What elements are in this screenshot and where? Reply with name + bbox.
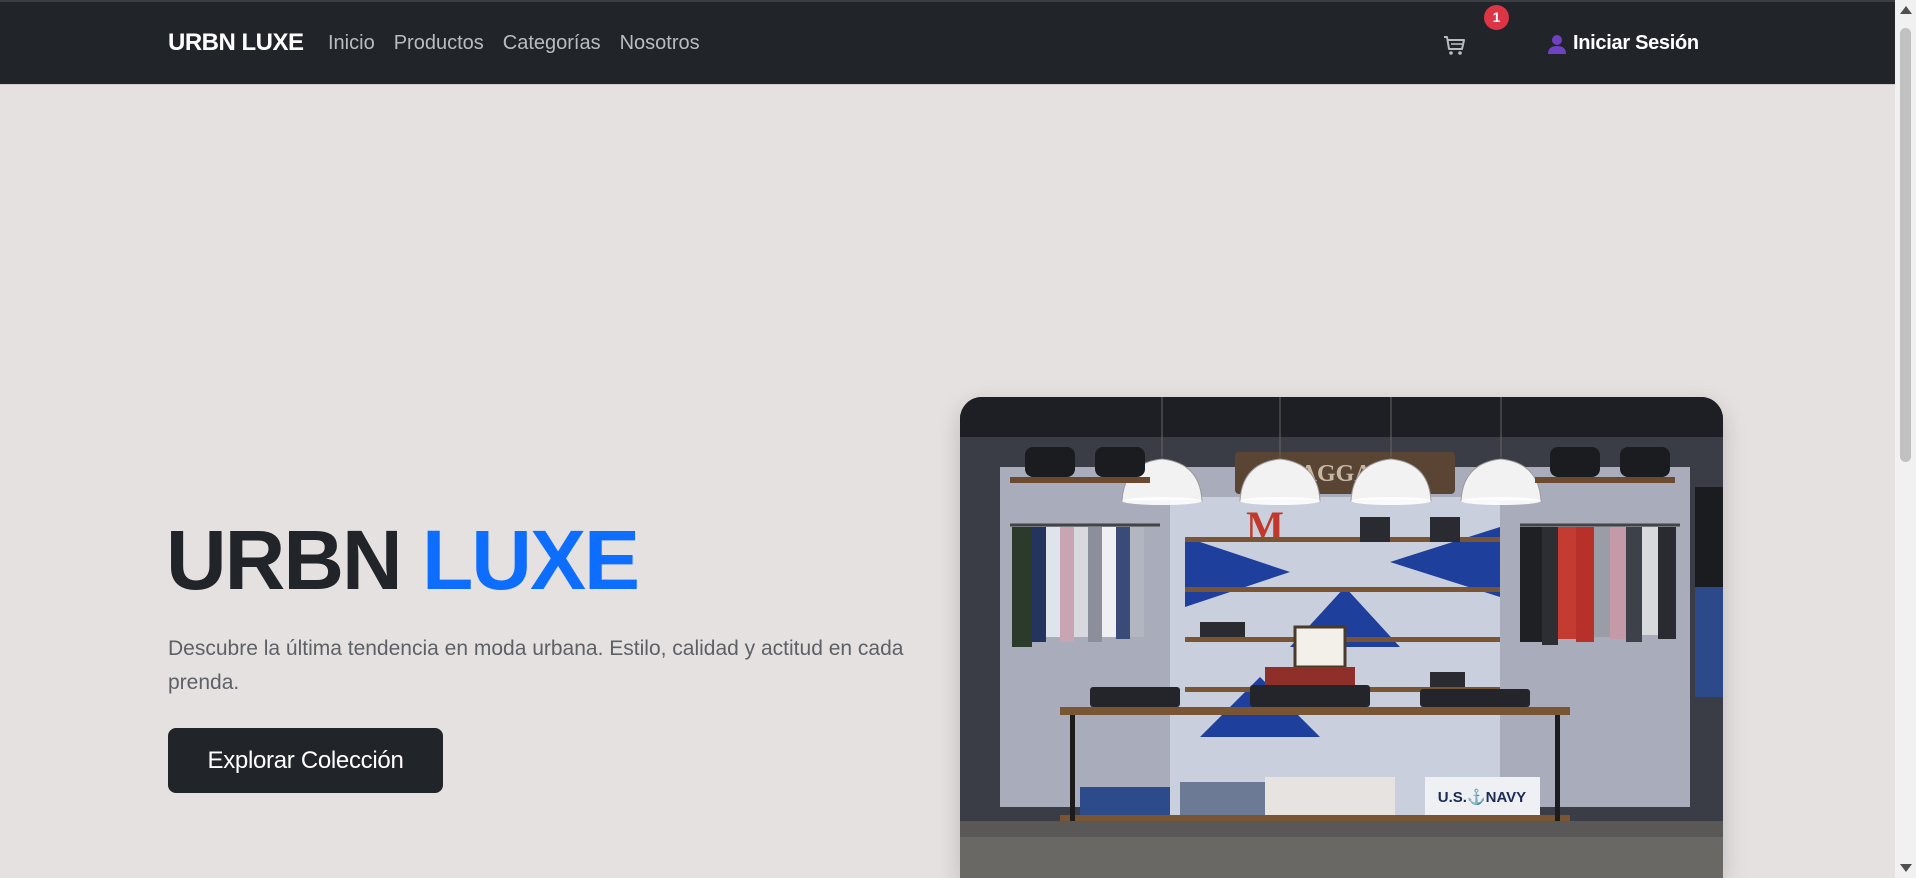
page-scrollbar[interactable]	[1895, 0, 1916, 878]
scroll-down-icon[interactable]	[1900, 864, 1912, 872]
login-button[interactable]: Iniciar Sesión	[1547, 32, 1699, 55]
scrollbar-thumb[interactable]	[1900, 28, 1911, 462]
explore-collection-button[interactable]: Explorar Colección	[168, 728, 443, 793]
cart-icon[interactable]	[1441, 32, 1467, 58]
hero-title-accent: LUXE	[422, 513, 640, 607]
user-icon	[1547, 33, 1567, 55]
nav-link-categorias[interactable]: Categorías	[503, 32, 601, 55]
nav-link-inicio[interactable]: Inicio	[328, 32, 375, 55]
hero-title: URBN LUXE	[166, 510, 640, 610]
nav-link-nosotros[interactable]: Nosotros	[620, 32, 700, 55]
cart-count-badge: 1	[1484, 5, 1509, 30]
nav-links: Inicio Productos Categorías Nosotros	[328, 32, 700, 55]
image-box-text: U.S.⚓NAVY	[1438, 788, 1526, 806]
hero-title-main: URBN	[166, 513, 403, 607]
hero-description: Descubre la última tendencia en moda urb…	[168, 637, 904, 694]
nav-link-productos[interactable]: Productos	[394, 32, 484, 55]
login-label: Iniciar Sesión	[1573, 32, 1699, 54]
navbar: URBN LUXE Inicio Productos Categorías No…	[0, 0, 1895, 85]
brand-logo[interactable]: URBN LUXE	[168, 29, 304, 57]
hero-store-image: BAGGAGE M U.S.⚓NAVY	[960, 397, 1723, 878]
scroll-up-icon[interactable]	[1900, 6, 1912, 14]
